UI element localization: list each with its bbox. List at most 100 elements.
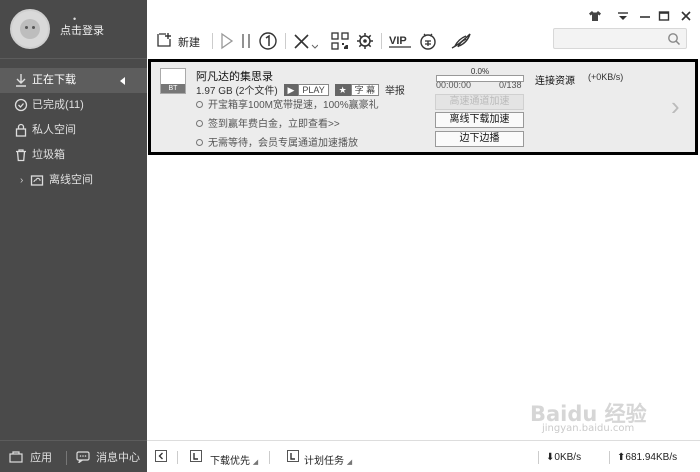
apps-label: 应用 (30, 452, 53, 464)
delete-icon[interactable] (292, 31, 318, 51)
sidebar-bottom: 应用 消息中心 (0, 440, 147, 472)
bt-file-icon: BT (160, 68, 186, 94)
skin-shirt-icon[interactable] (588, 9, 602, 23)
sidebar: • 点击登录 正在下载 已完成(11) 私人空间 垃圾箱 › 离线空间 应用 消… (0, 0, 147, 472)
subtitle-star-icon[interactable]: ★ (334, 84, 351, 96)
message-center-button[interactable]: 消息中心 (76, 450, 140, 466)
chat-bubble-icon (76, 451, 90, 465)
new-task-label: 新建 (178, 37, 200, 49)
qr-code-icon[interactable] (331, 31, 349, 51)
download-task-row[interactable]: BT 阿凡达的集思录 1.97 GB (2个文件) ▶ PLAY ★ 字 幕 举报 … (148, 59, 698, 155)
sidebar-item-private-space[interactable]: 私人空间 (0, 118, 147, 143)
piece-count: 0/138 (499, 80, 522, 90)
bt-badge: BT (161, 84, 185, 93)
offline-download-button[interactable]: 离线下载加速 (435, 112, 524, 128)
watermark-url: jingyan.baidu.com (542, 423, 635, 434)
sidebar-divider (0, 58, 147, 59)
time-remaining: 00:00:00 (436, 80, 472, 90)
radio-dot-icon (196, 139, 203, 146)
status-bar: 下载优先 ◢ 计划任务 ◢ ⬇0KB/s ⬆681.94KB/s (147, 440, 700, 472)
download-priority-dropdown[interactable]: 下载优先 ◢ (210, 452, 258, 467)
download-priority-icon[interactable] (190, 450, 202, 462)
task-speed: (+0KB/s) (588, 72, 624, 82)
sidebar-nav: 正在下载 已完成(11) 私人空间 垃圾箱 › 离线空间 (0, 68, 147, 193)
promo-text: 无需等待，会员专属通道加速播放 (208, 138, 358, 149)
active-caret-icon (120, 77, 125, 85)
speed-limit-icon[interactable] (258, 31, 278, 51)
promo-item[interactable]: 无需等待，会员专属通道加速播放 (196, 134, 358, 149)
toolbar-divider (381, 33, 382, 49)
promo-item[interactable]: 签到赢年费白金，立即查看>> (196, 115, 340, 130)
search-box[interactable] (553, 28, 687, 49)
scheduled-task-icon[interactable] (287, 450, 299, 462)
report-link[interactable]: 举报 (385, 86, 405, 97)
apps-button[interactable]: 应用 (9, 450, 52, 466)
toolbar-divider (212, 33, 213, 49)
download-arrow-icon (16, 74, 26, 87)
cloud-folder-icon (30, 175, 44, 186)
chevron-right-icon[interactable]: › (671, 93, 680, 119)
search-icon[interactable] (667, 32, 681, 46)
avatar-face-icon (20, 19, 40, 39)
start-icon[interactable] (220, 31, 234, 51)
collapse-sidebar-button[interactable] (155, 450, 167, 462)
dropdown-arrow-icon: ◢ (252, 459, 259, 466)
vip-icon[interactable]: VIP (388, 31, 412, 51)
expand-arrow-icon[interactable]: › (20, 168, 23, 193)
check-circle-icon (14, 98, 28, 112)
scheduled-task-dropdown[interactable]: 计划任务 ◢ (304, 452, 352, 467)
download-speed-value: 0KB/s (554, 452, 582, 463)
promo-text: 签到赢年费白金，立即查看>> (208, 119, 340, 130)
sidebar-item-trash[interactable]: 垃圾箱 (0, 143, 147, 168)
close-icon[interactable] (679, 9, 693, 23)
sidebar-item-label: 私人空间 (32, 124, 76, 136)
scheduled-task-label: 计划任务 (304, 456, 344, 467)
status-divider (609, 451, 610, 464)
task-status: 连接资源 (535, 76, 575, 87)
chevron-left-icon (158, 452, 163, 460)
sidebar-item-label: 垃圾箱 (32, 149, 65, 161)
lock-icon (15, 123, 27, 137)
new-task-icon (157, 33, 171, 47)
main-menu-icon[interactable] (616, 9, 630, 23)
download-speed: ⬇0KB/s (546, 452, 581, 463)
play-tag-label[interactable]: PLAY (298, 84, 329, 96)
upload-speed: ⬆681.94KB/s (617, 452, 677, 463)
minimize-icon[interactable] (638, 9, 652, 23)
dropdown-arrow-icon: ◢ (346, 459, 353, 466)
radio-dot-icon (196, 101, 203, 108)
message-center-label: 消息中心 (96, 452, 141, 464)
settings-gear-icon[interactable] (355, 31, 375, 51)
radio-dot-icon (196, 120, 203, 127)
status-divider (538, 451, 539, 464)
status-divider (269, 451, 270, 464)
sidebar-item-downloading[interactable]: 正在下载 (0, 68, 147, 93)
search-input[interactable] (554, 29, 664, 48)
subtitle-tag-label[interactable]: 字 幕 (350, 84, 380, 96)
maximize-icon[interactable] (657, 9, 671, 23)
status-divider (177, 451, 178, 464)
download-priority-label: 下载优先 (210, 456, 250, 467)
sidebar-item-completed[interactable]: 已完成(11) (0, 93, 147, 118)
promo-item[interactable]: 开宝箱享100M宽带提速，100%赢豪礼 (196, 96, 379, 111)
toolbar-divider (285, 33, 286, 49)
sidebar-item-offline-space[interactable]: › 离线空间 (0, 168, 147, 193)
task-meta: 1.97 GB (2个文件) ▶ PLAY ★ 字 幕 举报 (196, 82, 405, 97)
treasure-box-icon[interactable] (418, 31, 438, 51)
sidebar-item-label: 离线空间 (49, 174, 93, 186)
apps-icon (9, 451, 23, 463)
sidebar-item-label: 正在下载 (32, 74, 76, 86)
play-tag[interactable]: ▶ (283, 84, 299, 96)
svg-text:VIP: VIP (389, 35, 407, 47)
promo-text: 开宝箱享100M宽带提速，100%赢豪礼 (208, 100, 379, 111)
upload-speed-value: 681.94KB/s (625, 452, 678, 463)
wing-speed-icon[interactable] (450, 31, 472, 51)
login-link[interactable]: 点击登录 (60, 22, 104, 38)
avatar[interactable] (10, 9, 50, 49)
trash-icon (16, 149, 26, 162)
pause-icon[interactable] (240, 31, 252, 51)
sidebar-item-label: 已完成(11) (32, 99, 84, 111)
high-speed-channel-button[interactable]: 高速通道加速 (435, 94, 524, 110)
new-task-button[interactable]: 新建 (156, 31, 206, 51)
play-while-downloading-button[interactable]: 边下边播 (435, 131, 524, 147)
